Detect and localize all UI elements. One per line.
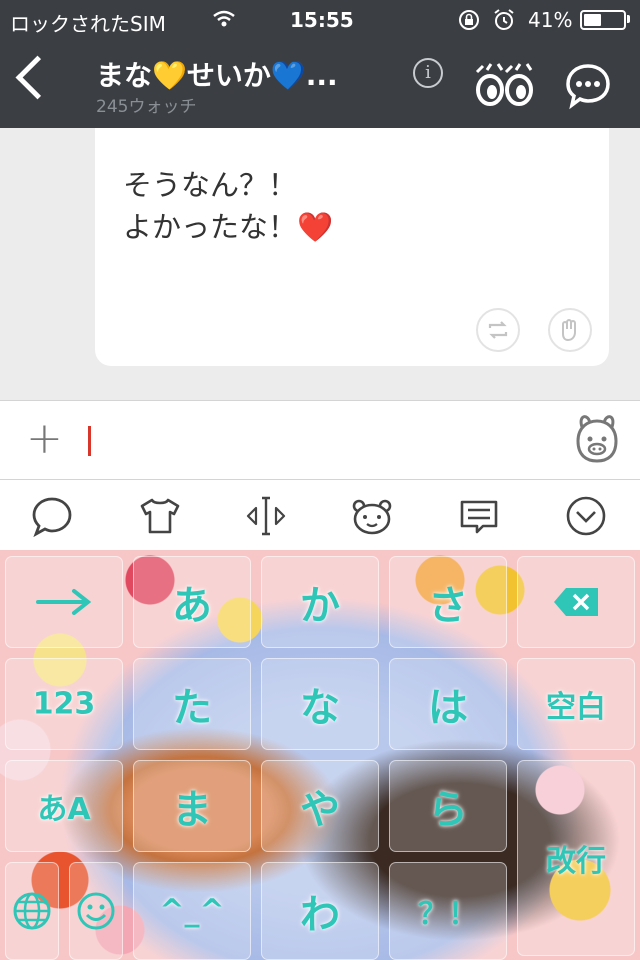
- status-time: 15:55: [290, 8, 354, 32]
- message-input[interactable]: [100, 417, 550, 465]
- message-line: よかったな！❤️: [123, 210, 334, 244]
- watch-count: 245ウォッチ: [96, 97, 197, 117]
- chevron-down-circle-icon[interactable]: [564, 494, 608, 538]
- key-ta[interactable]: た: [133, 658, 251, 750]
- key-emoji[interactable]: [69, 862, 123, 960]
- key-ha[interactable]: は: [389, 658, 507, 750]
- arrow-right-icon: [36, 589, 92, 615]
- info-icon[interactable]: i: [413, 58, 443, 88]
- key-delete[interactable]: [517, 556, 635, 648]
- message-line: そうなん？！: [123, 168, 298, 202]
- backspace-icon: [554, 588, 598, 616]
- globe-icon: [13, 892, 51, 930]
- alarm-icon: [494, 9, 514, 30]
- key-a[interactable]: あ: [133, 556, 251, 648]
- key-punctuation[interactable]: ？！: [389, 862, 507, 960]
- key-enter[interactable]: 改行: [517, 760, 635, 956]
- text-caret: [88, 426, 91, 456]
- key-globe[interactable]: [5, 862, 59, 960]
- cursor-move-icon[interactable]: [244, 494, 288, 538]
- eyes-icon[interactable]: [474, 62, 534, 106]
- keyboard-toolbar: [0, 480, 640, 550]
- message-bubble: そうなん？！ よかったな！❤️: [95, 128, 609, 366]
- smiley-icon: [77, 892, 115, 930]
- key-ka[interactable]: か: [261, 556, 379, 648]
- plus-button[interactable]: +: [26, 417, 63, 461]
- battery-percent: 41%: [528, 8, 573, 32]
- speech-bubble-icon[interactable]: [30, 494, 74, 538]
- sticker-bear-icon[interactable]: [570, 411, 624, 465]
- chat-title: まな💛せいか💙...: [96, 59, 338, 92]
- key-na[interactable]: な: [261, 658, 379, 750]
- rotation-lock-icon: [459, 10, 479, 30]
- bear-face-icon[interactable]: [350, 494, 394, 538]
- key-sa[interactable]: さ: [389, 556, 507, 648]
- chat-header: ロックされたSIM 15:55 41% まな💛せいか💙... 245ウォッチ i: [0, 0, 640, 128]
- key-input-mode[interactable]: あA: [5, 760, 123, 852]
- back-button[interactable]: [15, 55, 60, 100]
- key-wa[interactable]: わ: [261, 862, 379, 960]
- key-space[interactable]: 空白: [517, 658, 635, 750]
- message-input-bar: +: [0, 400, 640, 480]
- key-ra[interactable]: ら: [389, 760, 507, 852]
- repost-icon: [488, 321, 508, 339]
- repost-button[interactable]: [476, 308, 520, 352]
- key-ma[interactable]: ま: [133, 760, 251, 852]
- carrier-label: ロックされたSIM: [10, 12, 166, 36]
- keyboard: あ か さ 123 た な は 空白 あA ま や ら 改行 ^_^ わ ？！: [0, 550, 640, 960]
- clap-button[interactable]: [548, 308, 592, 352]
- key-next[interactable]: [5, 556, 123, 648]
- battery-nub: [627, 15, 630, 23]
- wifi-icon: [213, 10, 235, 27]
- clap-hands-icon: [562, 319, 576, 342]
- tshirt-icon[interactable]: [138, 494, 182, 538]
- message-box-icon[interactable]: [457, 494, 501, 538]
- key-kaomoji[interactable]: ^_^: [133, 862, 251, 960]
- chat-menu-icon[interactable]: [564, 62, 612, 110]
- key-numbers[interactable]: 123: [5, 658, 123, 750]
- key-ya[interactable]: や: [261, 760, 379, 852]
- battery-icon: [580, 10, 626, 30]
